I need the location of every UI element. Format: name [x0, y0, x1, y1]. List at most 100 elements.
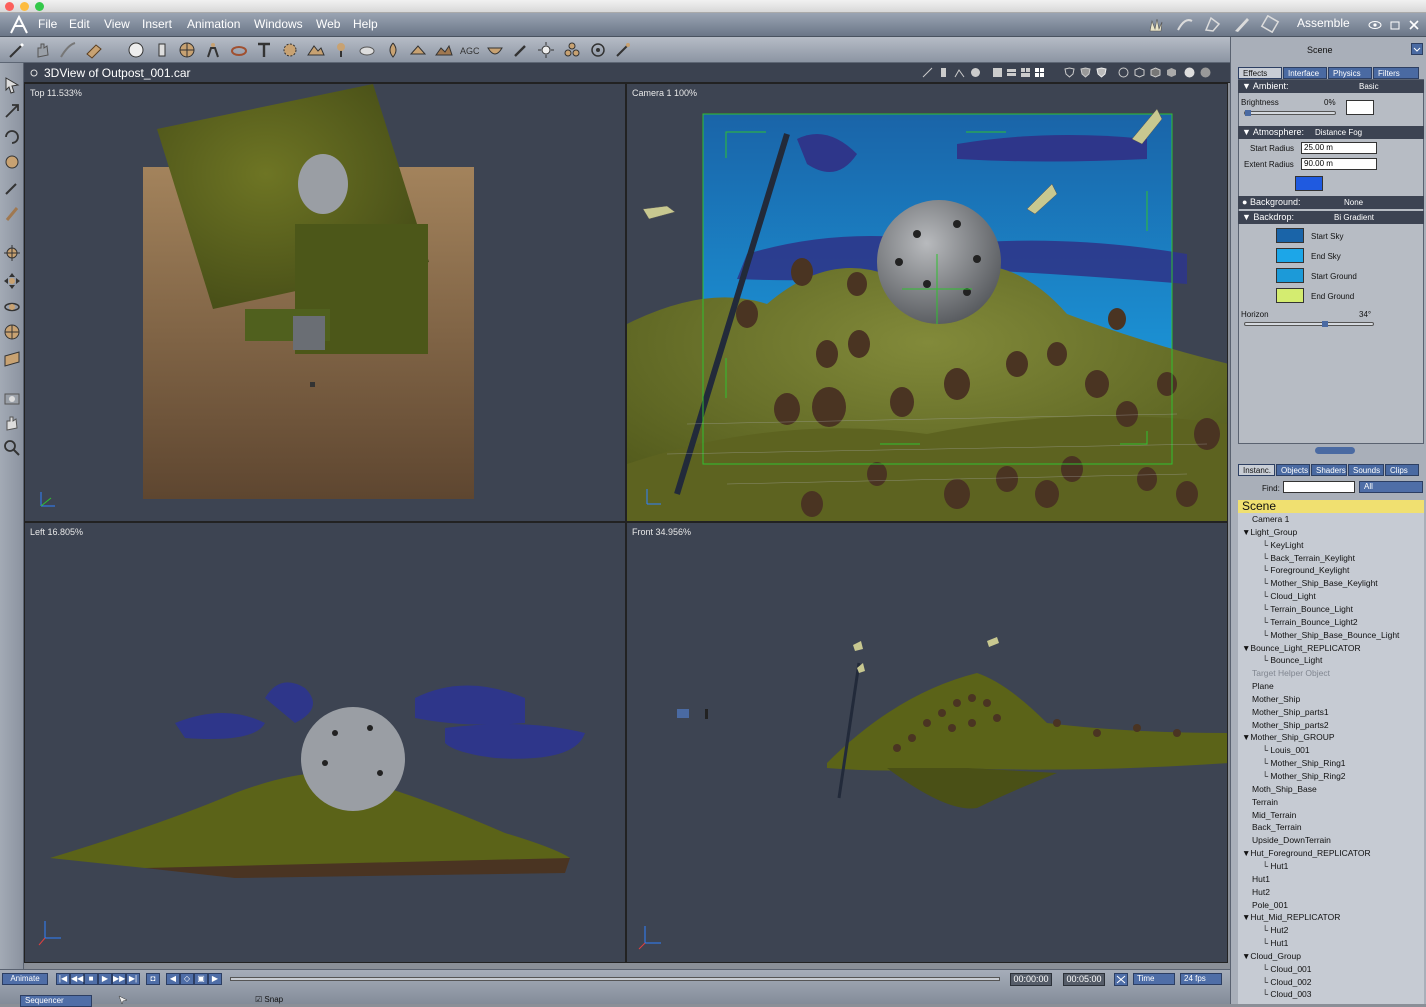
insert-camera-icon[interactable]	[613, 40, 633, 60]
horizon-slider-thumb[interactable]	[1321, 321, 1328, 327]
instance-filter-select[interactable]: All	[1359, 481, 1423, 493]
room-model-icon[interactable]	[1175, 15, 1195, 33]
trash-key-icon[interactable]: ▣	[194, 973, 208, 985]
insert-text-icon[interactable]	[254, 40, 274, 60]
tree-item[interactable]: Mother_Ship_parts1	[1238, 706, 1424, 719]
tree-item[interactable]: └ Mother_Ship_Ring2	[1238, 770, 1424, 783]
tree-item[interactable]: └ Cloud_Light	[1238, 590, 1424, 603]
wand-icon[interactable]	[7, 40, 27, 60]
shield-flat-icon[interactable]	[1080, 67, 1091, 78]
prev-key-icon[interactable]: ◀	[166, 973, 180, 985]
insert-bulb-light-icon[interactable]	[536, 40, 556, 60]
tree-item[interactable]: Pole_001	[1238, 899, 1424, 912]
camera-view-icon[interactable]	[2, 388, 22, 408]
rotate-tool-icon[interactable]	[2, 127, 22, 147]
tree-item[interactable]: └ KeyLight	[1238, 539, 1424, 552]
insert-spotlight-icon[interactable]	[511, 40, 531, 60]
ruler-icon[interactable]	[922, 67, 933, 78]
tab-sounds[interactable]: Sounds	[1348, 464, 1384, 476]
bounding-box-icon[interactable]	[1118, 67, 1129, 78]
insert-bowl-icon[interactable]	[485, 40, 505, 60]
tree-item[interactable]: └ Hut1	[1238, 860, 1424, 873]
brightness-slider-thumb[interactable]	[1245, 110, 1251, 116]
menu-help[interactable]: Help	[353, 17, 378, 31]
tab-physics[interactable]: Physics	[1328, 67, 1372, 79]
tree-item[interactable]: Upside_DownTerrain	[1238, 834, 1424, 847]
end-sky-swatch[interactable]	[1276, 248, 1304, 263]
horizon-slider[interactable]	[1244, 321, 1374, 327]
menu-edit[interactable]: Edit	[69, 17, 90, 31]
brush-tool-icon[interactable]	[58, 40, 78, 60]
tab-objects[interactable]: Objects	[1276, 464, 1310, 476]
ambient-color-swatch[interactable]	[1346, 100, 1374, 115]
document-close-icon[interactable]	[29, 68, 39, 78]
menu-view[interactable]: View	[104, 17, 130, 31]
stop-icon[interactable]: ■	[84, 973, 98, 985]
scale-tool-icon[interactable]	[2, 152, 22, 172]
close-window-icon[interactable]	[5, 2, 14, 11]
viewport-top[interactable]: Top 11.533%	[24, 83, 626, 522]
insert-gear-icon[interactable]	[280, 40, 300, 60]
tree-item[interactable]: ▼Light_Group	[1238, 526, 1424, 539]
timeline-scrubber[interactable]	[230, 977, 1000, 981]
tree-item[interactable]: ▼Hut_Mid_REPLICATOR	[1238, 911, 1424, 924]
fog-color-swatch[interactable]	[1295, 176, 1323, 191]
tree-item[interactable]: Moth_Ship_Base	[1238, 783, 1424, 796]
atmosphere-value[interactable]: Distance Fog	[1315, 126, 1362, 139]
fps-select[interactable]: 24 fps	[1180, 973, 1222, 985]
ambient-section[interactable]: ▼ Ambient: Basic	[1238, 80, 1424, 93]
insert-cloud-icon[interactable]	[357, 40, 377, 60]
viewport-camera[interactable]: Camera 1 100%	[626, 83, 1228, 522]
select-arrow-icon[interactable]	[2, 75, 22, 95]
hidden-line-icon[interactable]	[1150, 67, 1161, 78]
tree-item[interactable]: Mid_Terrain	[1238, 809, 1424, 822]
tree-item[interactable]: ▼Mother_Ship_GROUP	[1238, 731, 1424, 744]
brightness-slider[interactable]	[1244, 110, 1336, 116]
tree-item[interactable]: └ Foreground_Keylight	[1238, 564, 1424, 577]
tree-item[interactable]: └ Mother_Ship_Base_Keylight	[1238, 577, 1424, 590]
backdrop-section[interactable]: ▼ Backdrop: Bi Gradient	[1238, 211, 1424, 224]
background-section[interactable]: ● Background: None	[1238, 196, 1424, 209]
textured-shaded-icon[interactable]	[1200, 67, 1211, 78]
smooth-shaded-icon[interactable]	[1184, 67, 1195, 78]
insert-plant-icon[interactable]	[331, 40, 351, 60]
animate-button[interactable]: Animate	[2, 973, 48, 985]
time-close-icon[interactable]	[1114, 973, 1128, 986]
bank-camera-icon[interactable]	[2, 348, 22, 368]
insert-replicator-icon[interactable]	[408, 40, 428, 60]
tree-item[interactable]: └ Louis_001	[1238, 744, 1424, 757]
menu-insert[interactable]: Insert	[142, 17, 172, 31]
tab-effects[interactable]: Effects	[1238, 67, 1282, 79]
insert-fire-icon[interactable]	[383, 40, 403, 60]
sequencer-select[interactable]: Sequencer	[20, 995, 92, 1007]
room-render-icon[interactable]	[1260, 15, 1280, 33]
figure-icon[interactable]	[954, 67, 965, 78]
find-input[interactable]	[1283, 481, 1355, 493]
start-ground-swatch[interactable]	[1276, 268, 1304, 283]
insert-sphere-icon[interactable]	[126, 40, 146, 60]
tree-item[interactable]: ▼Cloud_Group	[1238, 950, 1424, 963]
panel-splitter[interactable]	[1315, 447, 1355, 454]
insert-torus-icon[interactable]	[229, 40, 249, 60]
key-icon[interactable]: ◇	[180, 973, 194, 985]
current-time-field[interactable]: 00:00:00	[1010, 973, 1052, 986]
shield-wire-icon[interactable]	[1064, 67, 1075, 78]
tree-item[interactable]: Back_Terrain	[1238, 821, 1424, 834]
atmosphere-section[interactable]: ▼ Atmosphere: Distance Fog	[1238, 126, 1424, 139]
tree-item[interactable]: └ Back_Terrain_Keylight	[1238, 552, 1424, 565]
zoom-window-icon[interactable]	[35, 2, 44, 11]
next-key-icon[interactable]: ▶	[208, 973, 222, 985]
room-hand-icon[interactable]	[1146, 15, 1166, 33]
flat-shaded-icon[interactable]	[1166, 67, 1177, 78]
orbit-camera-icon[interactable]	[2, 297, 22, 317]
layout-three-icon[interactable]	[1020, 67, 1031, 78]
menu-animation[interactable]: Animation	[187, 17, 240, 31]
tab-instances[interactable]: Instanc.	[1238, 464, 1275, 476]
tree-item[interactable]: └ Mother_Ship_Base_Bounce_Light	[1238, 629, 1424, 642]
tree-item[interactable]: └ Cloud_001	[1238, 963, 1424, 976]
tree-item[interactable]: ▼Hut_Foreground_REPLICATOR	[1238, 847, 1424, 860]
go-start-icon[interactable]: |◀	[56, 973, 70, 985]
tree-item[interactable]: └ Bounce_Light	[1238, 654, 1424, 667]
minimize-window-icon[interactable]	[20, 2, 29, 11]
room-texture-icon[interactable]	[1232, 15, 1252, 33]
